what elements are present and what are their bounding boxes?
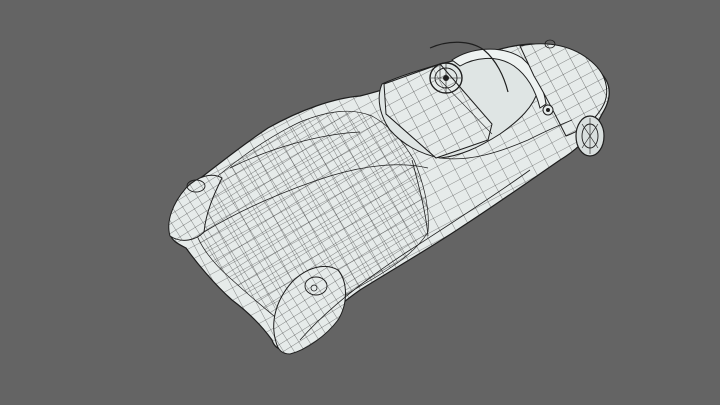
front-wheel	[575, 115, 605, 157]
side-mirror	[542, 104, 554, 116]
car-wireframe-model[interactable]	[0, 0, 720, 405]
steering-wheel	[429, 62, 463, 94]
3d-viewport[interactable]	[0, 0, 720, 405]
